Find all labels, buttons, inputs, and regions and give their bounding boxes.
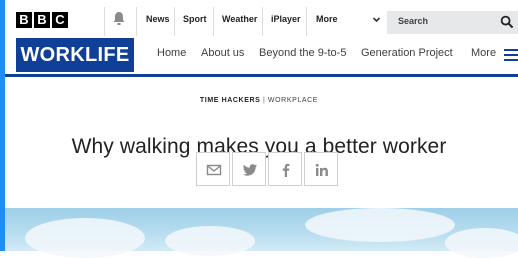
hero-image [5,208,518,258]
facebook-icon [282,163,290,177]
notification-bell-icon[interactable] [109,9,129,29]
search-icon[interactable] [500,15,514,29]
nav-beyond-9-to-5[interactable]: Beyond the 9-to-5 [259,47,346,59]
nav-about-us[interactable]: About us [201,47,244,59]
nav-more[interactable]: More [471,47,496,59]
bbc-logo-letter: B [16,12,32,28]
bbc-nav-iplayer[interactable]: iPlayer [271,12,301,26]
article-kicker: TIME HACKERS | WORKPLACE [0,97,518,104]
share-facebook-button[interactable] [268,152,302,186]
divider [104,7,105,36]
bbc-nav-more[interactable]: More [316,12,338,26]
worklife-logo[interactable]: WORKLIFE [16,38,134,72]
nav-home[interactable]: Home [157,47,186,59]
bbc-logo-letter: C [52,12,68,28]
search-input[interactable]: Search [387,11,518,34]
linkedin-icon [315,163,328,176]
share-email-button[interactable] [196,152,230,186]
kicker-series[interactable]: TIME HACKERS [200,97,260,104]
divider [174,7,175,36]
nav-generation-project[interactable]: Generation Project [361,47,453,59]
twitter-icon [243,164,257,176]
email-icon [206,164,222,176]
bbc-logo[interactable]: B B C [16,12,70,28]
worklife-nav: WORKLIFE Home About us Beyond the 9-to-5… [0,36,518,74]
search-placeholder: Search [398,16,429,26]
bbc-global-bar: B B C News Sport Weather iPlayer More Se… [0,0,518,37]
bbc-nav-sport[interactable]: Sport [183,12,207,26]
divider [306,7,307,36]
nav-underline [0,74,518,77]
share-linkedin-button[interactable] [304,152,338,186]
divider [213,7,214,36]
share-twitter-button[interactable] [232,152,266,186]
bbc-nav-news[interactable]: News [146,12,170,26]
kicker-section[interactable]: WORKPLACE [268,97,318,104]
bbc-nav-weather[interactable]: Weather [222,12,257,26]
divider [262,7,263,36]
divider [136,7,137,36]
menu-icon[interactable] [504,49,518,61]
kicker-separator: | [262,97,266,104]
bbc-logo-letter: B [34,12,50,28]
chevron-down-icon[interactable] [372,16,381,23]
